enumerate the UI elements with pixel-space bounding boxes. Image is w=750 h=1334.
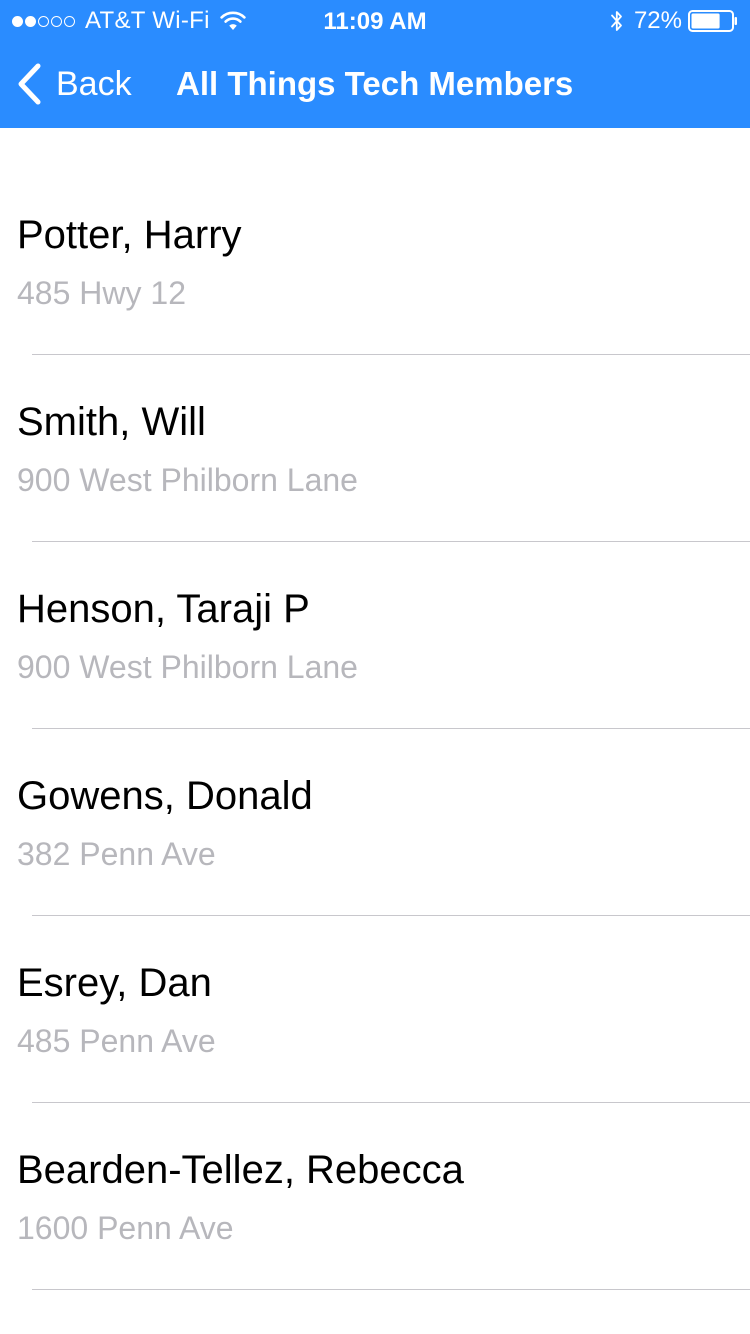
battery-icon [688, 10, 737, 32]
member-address: 485 Hwy 12 [17, 275, 186, 311]
member-address: 1600 Penn Ave [17, 1210, 234, 1246]
member-name: Gowens, Donald [17, 774, 313, 818]
status-bar: AT&T Wi-Fi 11:09 AM 72% [0, 0, 750, 40]
navigation-bar: Back All Things Tech Members [0, 40, 750, 128]
back-button[interactable]: Back [16, 62, 132, 106]
battery-percentage: 72% [633, 7, 682, 34]
separator [32, 1289, 750, 1290]
member-name: Henson, Taraji P [17, 587, 310, 631]
member-address: 485 Penn Ave [17, 1023, 216, 1059]
member-address: 900 West Philborn Lane [17, 462, 358, 498]
member-address: 900 West Philborn Lane [17, 649, 358, 685]
list-item[interactable]: Potter, Harry 485 Hwy 12 [0, 128, 750, 315]
header: AT&T Wi-Fi 11:09 AM 72% Back All Things … [0, 0, 750, 128]
list-item[interactable]: Esrey, Dan 485 Penn Ave [0, 876, 750, 1063]
back-button-label: Back [56, 64, 132, 103]
status-right: 72% [610, 7, 738, 34]
list-item[interactable]: Smith, Will 900 West Philborn Lane [0, 315, 750, 502]
member-address: 382 Penn Ave [17, 836, 216, 872]
page-title: All Things Tech Members [176, 65, 574, 102]
member-name: Potter, Harry [17, 213, 242, 257]
list-item[interactable]: Bearden-Tellez, Rebecca 1600 Penn Ave [0, 1063, 750, 1250]
bluetooth-icon [611, 11, 622, 31]
member-name: Bearden-Tellez, Rebecca [17, 1148, 464, 1192]
chevron-left-icon [18, 63, 41, 105]
battery-fill [691, 13, 720, 29]
member-name: Esrey, Dan [17, 961, 212, 1005]
list-item[interactable]: Henson, Taraji P 900 West Philborn Lane [0, 502, 750, 689]
list-item[interactable]: Gowens, Donald 382 Penn Ave [0, 689, 750, 876]
member-name: Smith, Will [17, 400, 206, 444]
